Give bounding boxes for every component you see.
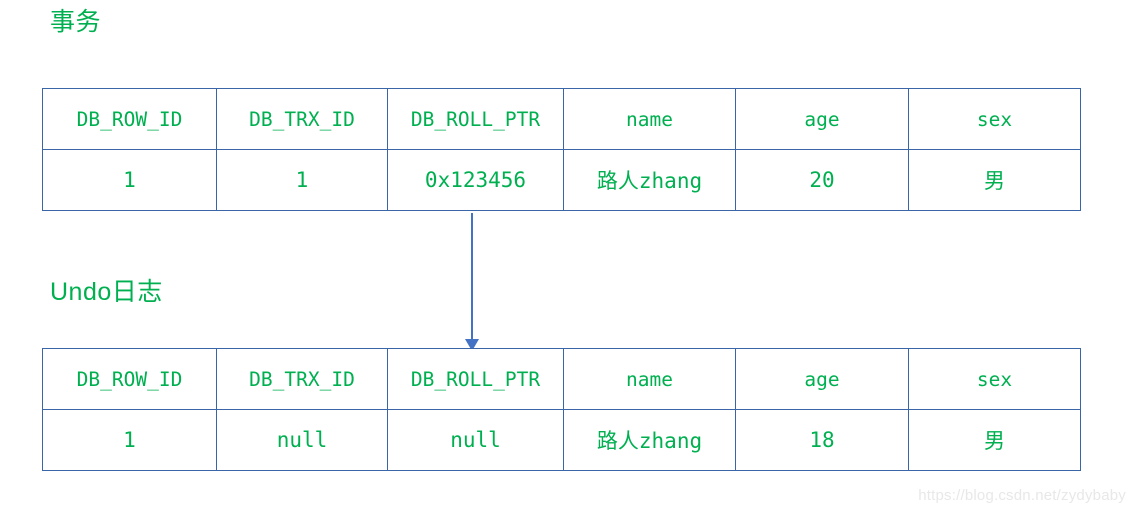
cell-db-roll-ptr: null	[387, 409, 564, 471]
column-header-name: name	[563, 88, 736, 150]
undo-log-section-title: Undo日志	[50, 278, 163, 306]
down-arrow-icon	[465, 213, 479, 351]
column-header-sex: sex	[908, 348, 1081, 410]
cell-db-trx-id: null	[216, 409, 388, 471]
column-header-name: name	[563, 348, 736, 410]
cell-age: 18	[735, 409, 909, 471]
column-header-age: age	[735, 348, 909, 410]
watermark: https://blog.csdn.net/zydybaby	[918, 487, 1126, 504]
transaction-table: DB_ROW_ID DB_TRX_ID DB_ROLL_PTR name age…	[42, 88, 1081, 211]
column-header-db-roll-ptr: DB_ROLL_PTR	[387, 88, 564, 150]
transaction-section-title: 事务	[50, 8, 102, 36]
cell-db-trx-id: 1	[216, 149, 388, 211]
table-row: 1 null null 路人zhang 18 男	[42, 409, 1081, 471]
column-header-db-trx-id: DB_TRX_ID	[216, 88, 388, 150]
cell-db-row-id: 1	[42, 149, 217, 211]
column-header-db-row-id: DB_ROW_ID	[42, 88, 217, 150]
cell-sex: 男	[908, 149, 1081, 211]
table-row: 1 1 0x123456 路人zhang 20 男	[42, 149, 1081, 211]
cell-db-row-id: 1	[42, 409, 217, 471]
table-header-row: DB_ROW_ID DB_TRX_ID DB_ROLL_PTR name age…	[42, 88, 1081, 150]
cell-name: 路人zhang	[563, 149, 736, 211]
column-header-db-roll-ptr: DB_ROLL_PTR	[387, 348, 564, 410]
undo-log-table: DB_ROW_ID DB_TRX_ID DB_ROLL_PTR name age…	[42, 348, 1081, 471]
column-header-sex: sex	[908, 88, 1081, 150]
column-header-age: age	[735, 88, 909, 150]
cell-name: 路人zhang	[563, 409, 736, 471]
table-header-row: DB_ROW_ID DB_TRX_ID DB_ROLL_PTR name age…	[42, 348, 1081, 410]
cell-age: 20	[735, 149, 909, 211]
cell-sex: 男	[908, 409, 1081, 471]
cell-db-roll-ptr: 0x123456	[387, 149, 564, 211]
column-header-db-trx-id: DB_TRX_ID	[216, 348, 388, 410]
column-header-db-row-id: DB_ROW_ID	[42, 348, 217, 410]
